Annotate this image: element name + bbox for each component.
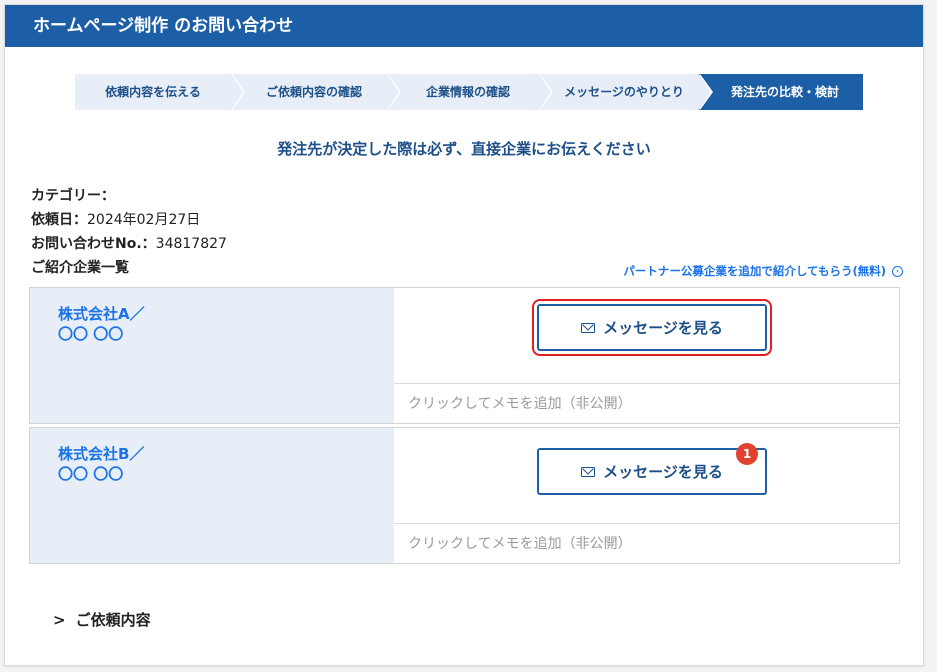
memo-field[interactable]: クリックしてメモを追加（非公開） bbox=[394, 383, 899, 423]
company-list-heading: ご紹介企業一覧 bbox=[31, 260, 129, 276]
memo-field[interactable]: クリックしてメモを追加（非公開） bbox=[394, 523, 899, 563]
mail-icon bbox=[581, 322, 596, 333]
chevron-right-circle-icon: › bbox=[892, 265, 903, 277]
company-name: 株式会社A／ bbox=[58, 305, 145, 323]
unread-badge: 1 bbox=[736, 443, 758, 465]
inquiry-number-row: お問い合わせNo.：34817827 bbox=[31, 236, 227, 252]
step-1: 依頼内容を伝える bbox=[75, 74, 245, 110]
decision-notice: 発注先が決定した際は必ず、直接企業にお伝えください bbox=[277, 140, 651, 158]
company-info: 株式会社A／ 〇〇 〇〇 bbox=[30, 288, 394, 423]
request-details-toggle[interactable]: > ご依頼内容 bbox=[53, 609, 151, 630]
company-info: 株式会社B／ 〇〇 〇〇 bbox=[30, 428, 394, 563]
company-name: 株式会社B／ bbox=[58, 445, 145, 463]
company-card: 株式会社B／ 〇〇 〇〇 メッセージを見る 1 クリックしてメモを追加（非公開） bbox=[29, 427, 900, 564]
progress-steps: 依頼内容を伝える ご依頼内容の確認 企業情報の確認 メッセージのやりとり 発注先… bbox=[75, 74, 863, 110]
company-card: 株式会社A／ 〇〇 〇〇 メッセージを見る クリックしてメモを追加（非公開） bbox=[29, 287, 900, 424]
step-5-current: 発注先の比較・検討 bbox=[699, 74, 863, 110]
step-2: ご依頼内容の確認 bbox=[231, 74, 401, 110]
step-4: メッセージのやりとり bbox=[539, 74, 713, 110]
view-messages-button[interactable]: メッセージを見る bbox=[537, 448, 767, 495]
add-partner-link[interactable]: パートナー公募企業を追加で紹介してもらう(無料) › bbox=[623, 263, 903, 279]
step-3: 企業情報の確認 bbox=[387, 74, 553, 110]
page-title: ホームページ制作 のお問い合わせ bbox=[5, 5, 923, 47]
contact-person: 〇〇 〇〇 bbox=[58, 465, 124, 483]
view-messages-button[interactable]: メッセージを見る bbox=[537, 304, 767, 351]
mail-icon bbox=[581, 466, 596, 477]
category-row: カテゴリー： bbox=[31, 188, 115, 204]
contact-person: 〇〇 〇〇 bbox=[58, 325, 124, 343]
request-date-row: 依頼日：2024年02月27日 bbox=[31, 212, 201, 228]
inquiry-panel: ホームページ制作 のお問い合わせ 依頼内容を伝える ご依頼内容の確認 企業情報の… bbox=[4, 4, 924, 666]
chevron-right-icon: > bbox=[53, 610, 66, 629]
